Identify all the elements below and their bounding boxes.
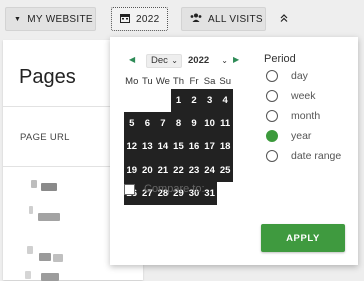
calendar-day[interactable]: 22 xyxy=(170,158,187,182)
pages-title: Pages xyxy=(19,66,76,88)
radio-button[interactable] xyxy=(266,90,278,102)
calendar-day[interactable]: 3 xyxy=(201,89,218,113)
blurred-row-content xyxy=(27,246,33,254)
period-option-date-range[interactable]: date range xyxy=(266,148,341,164)
calendar-day[interactable]: 14 xyxy=(155,135,171,159)
blurred-row-content xyxy=(31,180,37,188)
month-select[interactable]: Dec ⌄ xyxy=(146,54,182,68)
calendar-day[interactable]: 9 xyxy=(186,112,202,136)
radio-button-selected[interactable] xyxy=(266,130,278,142)
weekday-label: Th xyxy=(170,74,187,89)
calendar-day-empty xyxy=(139,89,156,113)
date-selector-button[interactable]: 2022 xyxy=(111,7,168,31)
apply-button[interactable]: APPLY xyxy=(261,224,345,252)
calendar-day[interactable]: 21 xyxy=(155,158,171,182)
calendar-day[interactable]: 24 xyxy=(201,158,218,182)
calendar-day[interactable]: 19 xyxy=(124,158,140,182)
period-option-label: month xyxy=(291,110,321,122)
period-label: Period xyxy=(264,53,296,65)
calendar-day[interactable]: 5 xyxy=(124,112,140,136)
compare-checkbox[interactable] xyxy=(124,183,135,195)
period-option-month[interactable]: month xyxy=(266,108,320,124)
date-selector-label: 2022 xyxy=(136,13,160,25)
period-option-label: week xyxy=(291,90,316,102)
page-url-column-header[interactable]: PAGE URL xyxy=(20,132,70,143)
blurred-row-content xyxy=(38,213,60,221)
calendar-day[interactable]: 11 xyxy=(217,112,233,136)
calendar-day-empty xyxy=(124,89,140,113)
calendar-day[interactable]: 17 xyxy=(201,135,218,159)
radio-button[interactable] xyxy=(266,150,278,162)
compare-to-label: Compare to: xyxy=(144,183,205,195)
chevron-down-icon: ⌄ xyxy=(221,56,228,65)
calendar-day[interactable]: 23 xyxy=(186,158,202,182)
toolbar: ▼ MY WEBSITE 2022 ALL VISITS xyxy=(0,0,364,40)
calendar-day[interactable]: 10 xyxy=(201,112,218,136)
next-month-icon[interactable]: ▶ xyxy=(233,55,239,64)
calendar-day[interactable]: 7 xyxy=(155,112,171,136)
blurred-row-content xyxy=(53,254,63,262)
calendar-day[interactable]: 18 xyxy=(217,135,233,159)
segment-selector-label: ALL VISITS xyxy=(208,13,263,25)
calendar-day[interactable]: 13 xyxy=(139,135,156,159)
month-select-value: Dec xyxy=(151,55,168,66)
website-selector-button[interactable]: ▼ MY WEBSITE xyxy=(5,7,96,31)
year-select-value: 2022 xyxy=(188,55,210,66)
weekday-label: Tu xyxy=(139,74,156,89)
period-option-label: year xyxy=(291,130,312,142)
segment-selector-button[interactable]: ALL VISITS xyxy=(181,7,266,31)
caret-down-icon: ▼ xyxy=(14,15,22,23)
year-select[interactable]: 2022 ⌄ xyxy=(188,54,228,68)
website-selector-label: MY WEBSITE xyxy=(27,13,93,25)
calendar-day[interactable]: 20 xyxy=(139,158,156,182)
blurred-row-content xyxy=(41,183,57,191)
calendar-icon xyxy=(120,13,130,26)
calendar-day[interactable]: 1 xyxy=(170,89,187,113)
period-option-label: date range xyxy=(291,150,342,162)
period-option-week[interactable]: week xyxy=(266,88,316,104)
radio-button[interactable] xyxy=(266,110,278,122)
weekday-label: Fr xyxy=(186,74,202,89)
blurred-row-content xyxy=(29,206,33,214)
calendar-day-empty xyxy=(155,89,171,113)
calendar-day[interactable]: 16 xyxy=(186,135,202,159)
date-picker-panel: ◀ Dec ⌄ 2022 ⌄ ▶ Mo Tu We Th Fr Sa Su 1 … xyxy=(110,37,358,265)
period-option-year[interactable]: year xyxy=(266,128,311,144)
collapse-chevron-icon[interactable] xyxy=(274,9,294,29)
blurred-row-content xyxy=(25,271,31,279)
calendar-day[interactable]: 15 xyxy=(170,135,187,159)
weekday-label: Su xyxy=(217,74,233,89)
blurred-row-content xyxy=(39,253,51,261)
previous-month-icon[interactable]: ◀ xyxy=(129,55,135,64)
radio-button[interactable] xyxy=(266,70,278,82)
chevron-down-icon: ⌄ xyxy=(171,56,178,65)
calendar-day-empty xyxy=(217,181,233,205)
compare-to-row[interactable]: Compare to: xyxy=(124,183,205,195)
period-option-day[interactable]: day xyxy=(266,68,308,84)
users-icon xyxy=(190,13,202,26)
weekday-label: We xyxy=(155,74,171,89)
calendar-header: ◀ Dec ⌄ 2022 ⌄ ▶ xyxy=(124,54,358,70)
calendar-day[interactable]: 6 xyxy=(139,112,156,136)
blurred-row-content xyxy=(41,273,59,281)
calendar-day[interactable]: 25 xyxy=(217,158,233,182)
calendar-day[interactable]: 12 xyxy=(124,135,140,159)
weekday-label: Mo xyxy=(124,74,140,89)
period-option-label: day xyxy=(291,70,308,82)
weekday-label: Sa xyxy=(201,74,218,89)
calendar-day[interactable]: 4 xyxy=(217,89,233,113)
calendar-day[interactable]: 8 xyxy=(170,112,187,136)
calendar-day[interactable]: 2 xyxy=(186,89,202,113)
